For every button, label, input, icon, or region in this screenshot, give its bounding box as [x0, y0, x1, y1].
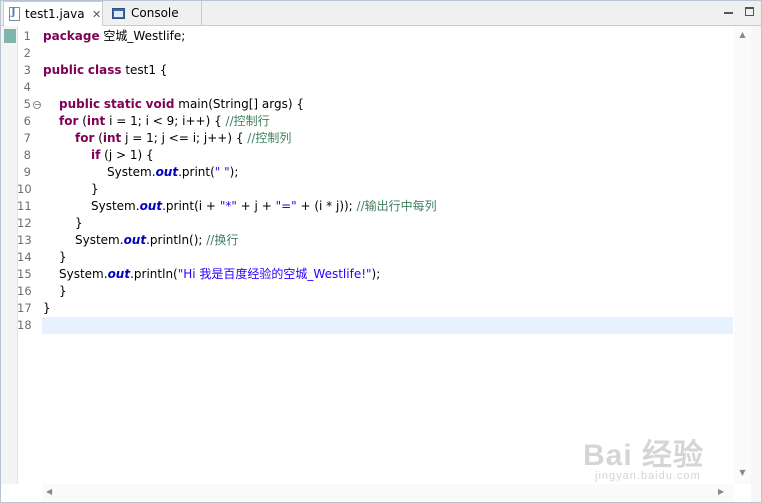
- code-line-7: for (int j = 1; j <= i; j++) { //控制列: [75, 131, 292, 145]
- console-icon: [112, 7, 125, 19]
- left-ruler: [1, 26, 17, 484]
- line-number: 3: [23, 63, 31, 77]
- line-number: 15: [17, 267, 32, 281]
- line-number: 18: [17, 318, 32, 332]
- tab-console[interactable]: Console: [104, 1, 202, 25]
- scroll-up-icon[interactable]: ▲: [734, 30, 751, 39]
- code-line-3: public class test1 {: [43, 63, 168, 77]
- line-number: 6: [23, 114, 31, 128]
- code-line-12: }: [75, 216, 83, 230]
- tab-bar: test1.java ✕ Console: [1, 1, 761, 26]
- line-number: 1: [23, 29, 31, 43]
- scroll-down-icon[interactable]: ▼: [734, 468, 751, 477]
- java-file-icon: [9, 7, 20, 21]
- line-number: 12: [17, 216, 32, 230]
- line-number: 13: [17, 233, 32, 247]
- watermark-url: jingyan.baidu.com: [595, 470, 701, 482]
- watermark-logo: Bai 经验: [583, 439, 705, 472]
- code-line-16: }: [59, 284, 67, 298]
- line-number: 7: [23, 131, 31, 145]
- line-number: 4: [23, 80, 31, 94]
- vertical-scrollbar[interactable]: ▲ ▼: [734, 26, 751, 484]
- code-editor[interactable]: 1 2 3 4 5 6 7 8 9 10 11 12 13 14 15 16 1…: [1, 26, 761, 502]
- code-line-6: for (int i = 1; i < 9; i++) { //控制行: [59, 114, 270, 128]
- tab-label: test1.java: [25, 7, 85, 21]
- line-number: 2: [23, 46, 31, 60]
- line-number: 14: [17, 250, 32, 264]
- line-number: 16: [17, 284, 32, 298]
- tab-label: Console: [131, 6, 179, 20]
- overview-ruler: [751, 26, 761, 502]
- baidu-watermark: Bai 经验 jingyan.baidu.com: [583, 430, 733, 490]
- current-line-highlight: [42, 317, 733, 334]
- scroll-left-icon[interactable]: ◀: [46, 487, 52, 496]
- maximize-icon[interactable]: [745, 7, 754, 16]
- code-line-11: System.out.print(i + "*" + j + "=" + (i …: [91, 199, 437, 213]
- tab-test1-java[interactable]: test1.java ✕: [3, 1, 103, 26]
- code-line-9: System.out.print(" ");: [107, 165, 239, 179]
- fold-collapse-icon[interactable]: −: [33, 101, 41, 109]
- code-line-5: public static void main(String[] args) {: [59, 97, 304, 111]
- code-line-17: }: [43, 301, 51, 315]
- line-number: 8: [23, 148, 31, 162]
- line-number: 10: [17, 182, 32, 196]
- code-line-15: System.out.println("Hi 我是百度经验的空城_Westlif…: [59, 267, 381, 281]
- code-line-8: if (j > 1) {: [91, 148, 154, 162]
- code-line-13: System.out.println(); //换行: [75, 233, 239, 247]
- code-line-14: }: [59, 250, 67, 264]
- editor-window: test1.java ✕ Console 1 2 3 4 5 6 7 8 9 1…: [0, 0, 762, 503]
- close-icon[interactable]: ✕: [92, 8, 102, 21]
- line-number: 11: [17, 199, 32, 213]
- line-number: 5: [23, 97, 31, 111]
- code-line-10: }: [91, 182, 99, 196]
- line-number: 17: [17, 301, 32, 315]
- line-number: 9: [23, 165, 31, 179]
- code-line-1: package 空城_Westlife;: [43, 29, 186, 43]
- ruler-marker: [4, 29, 16, 43]
- minimize-icon[interactable]: [724, 8, 733, 14]
